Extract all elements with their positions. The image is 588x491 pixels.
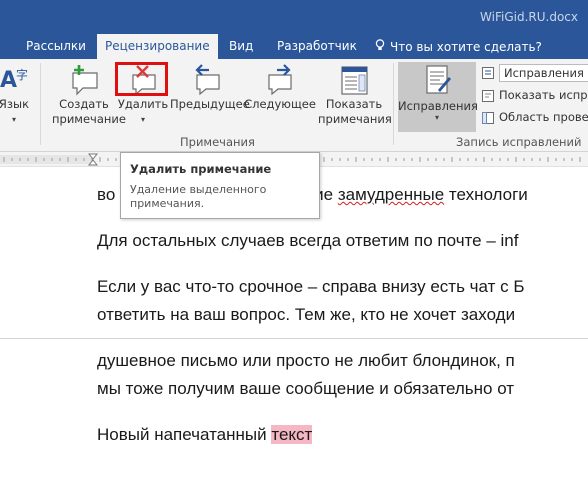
title-bar: WiFiGid.RU.docx — [0, 0, 588, 34]
doc-line-7-plain: Новый напечатанный — [97, 425, 272, 444]
previous-comment-button[interactable]: Предыдущее — [170, 63, 250, 112]
tab-view[interactable]: Вид — [229, 39, 253, 53]
ribbon-tabs: Рассылки Рецензирование Вид Разработчик … — [0, 34, 588, 59]
delete-comment-tooltip: Удалить примечание Удаление выделенного … — [120, 152, 320, 219]
comments-group-label: Примечания — [180, 135, 255, 149]
group-separator — [393, 63, 394, 145]
previous-comment-label: Предыдущее — [170, 97, 250, 111]
create-comment-label-2: примечание — [52, 112, 126, 126]
ribbon: A 字 Язык ▾ Создать примечание Удалить ▾ — [0, 59, 588, 152]
group-separator — [40, 63, 41, 145]
track-changes-dropdown-arrow[interactable]: ▾ — [398, 113, 476, 122]
doc-line-1-end: технологи — [444, 185, 528, 204]
language-label: Язык — [0, 97, 30, 111]
tab-mailings[interactable]: Рассылки — [26, 39, 86, 53]
new-comment-icon — [52, 63, 116, 97]
tell-me-search[interactable]: Что вы хотите сделать? — [375, 39, 542, 54]
page-break — [0, 338, 588, 339]
tab-developer[interactable]: Разработчик — [277, 39, 357, 53]
track-changes-label: Исправления — [398, 99, 478, 113]
previous-comment-icon — [170, 63, 242, 97]
doc-line-1-start: во — [97, 185, 116, 204]
delete-comment-label: Удалить — [117, 97, 169, 111]
next-comment-button[interactable]: Следующее — [244, 63, 316, 112]
delete-button-highlight — [115, 62, 168, 96]
create-comment-label-1: Создать — [59, 97, 109, 111]
tracking-group-label: Запись исправлений — [456, 135, 582, 149]
tab-review[interactable]: Рецензирование — [97, 34, 218, 59]
show-markup-button[interactable]: Показать испра — [481, 88, 588, 108]
doc-line-7: Новый напечатанный текст — [97, 425, 313, 445]
doc-line-2: Для остальных случаев всегда ответим по … — [97, 231, 519, 250]
markup-display-select[interactable]: Исправления — [499, 64, 588, 82]
misspelled-word[interactable]: замудренные — [338, 185, 444, 204]
language-icon: A 字 — [0, 63, 34, 97]
language-button[interactable]: A 字 Язык ▾ — [0, 63, 34, 127]
reviewing-pane-label: Область провер — [499, 110, 588, 124]
watermark: WiFiGid.RU.docx — [480, 10, 578, 24]
doc-line-4: ответить на ваш вопрос. Тем же, кто не х… — [97, 305, 516, 324]
delete-dropdown-arrow[interactable]: ▾ — [116, 112, 170, 127]
reviewing-pane-icon — [481, 111, 495, 125]
tracked-change-text[interactable]: текст — [271, 425, 313, 444]
show-comments-button[interactable]: Показать примечания — [318, 63, 392, 127]
show-comments-label-1: Показать — [325, 97, 383, 111]
create-comment-button[interactable]: Создать примечание — [52, 63, 126, 127]
svg-text:字: 字 — [16, 67, 28, 82]
doc-line-6: мы тоже получим ваше сообщение и обязате… — [97, 379, 515, 398]
tell-me-label: Что вы хотите сделать? — [390, 40, 542, 54]
lightbulb-icon — [375, 39, 385, 54]
track-changes-icon — [398, 64, 476, 96]
tooltip-description: Удаление выделенного примечания. — [130, 183, 267, 210]
doc-line-3: Если у вас что-то срочное – справа внизу… — [97, 277, 525, 296]
tooltip-title: Удалить примечание — [130, 162, 272, 176]
show-comments-label-2: примечания — [318, 112, 392, 126]
svg-text:A: A — [0, 68, 17, 93]
show-markup-icon — [481, 89, 495, 103]
track-changes-button[interactable]: Исправления ▾ — [398, 62, 478, 132]
doc-line-5: душевное письмо или просто не любит блон… — [97, 351, 515, 370]
show-markup-label: Показать испра — [499, 88, 588, 102]
markup-display-row: Исправления — [481, 64, 588, 84]
markup-display-icon — [481, 66, 495, 80]
next-comment-icon — [244, 63, 316, 97]
reviewing-pane-button[interactable]: Область провер — [481, 110, 588, 130]
language-dropdown-arrow: ▾ — [11, 115, 16, 124]
next-comment-label: Следующее — [244, 97, 316, 111]
show-comments-icon — [318, 63, 390, 97]
